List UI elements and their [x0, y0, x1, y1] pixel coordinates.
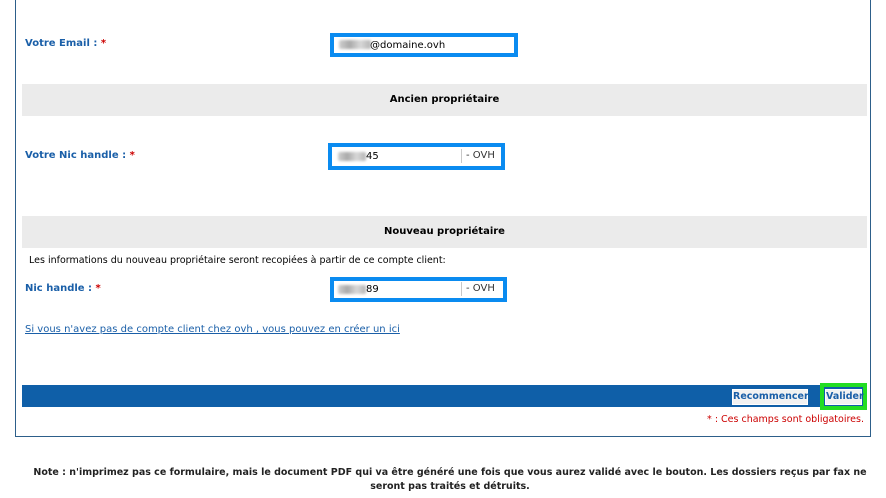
submit-button[interactable]: Valider [825, 389, 864, 405]
create-account-link[interactable]: Si vous n'avez pas de compte client chez… [25, 324, 400, 335]
email-label: Votre Email : * [25, 38, 106, 49]
old-nic-label: Votre Nic handle : * [25, 150, 135, 161]
redacted-old-nic-prefix [338, 152, 366, 161]
reset-button[interactable]: Recommencer [732, 389, 809, 405]
redacted-new-nic-prefix [338, 285, 366, 294]
email-label-text: Votre Email : [25, 38, 98, 49]
new-nic-input[interactable] [365, 282, 461, 296]
required-mark: * [129, 150, 135, 161]
old-nic-label-text: Votre Nic handle : [25, 150, 127, 161]
required-mark: * [100, 38, 107, 49]
redacted-email-prefix [339, 40, 371, 49]
required-mark: * [95, 283, 101, 294]
section-new-owner: Nouveau propriétaire [22, 216, 867, 248]
new-owner-info: Les informations du nouveau propriétaire… [29, 255, 446, 266]
new-nic-label: Nic handle : * [25, 283, 101, 294]
section-old-owner: Ancien propriétaire [22, 84, 867, 116]
new-nic-label-text: Nic handle : [25, 283, 93, 294]
old-nic-suffix: - OVH [461, 149, 499, 163]
mandatory-note: * : Ces champs sont obligatoires. [707, 414, 864, 425]
footer-note: Note : n'imprimez pas ce formulaire, mai… [33, 467, 867, 492]
old-nic-input[interactable] [365, 149, 461, 163]
new-nic-suffix: - OVH [461, 282, 499, 296]
email-input[interactable] [370, 38, 511, 52]
